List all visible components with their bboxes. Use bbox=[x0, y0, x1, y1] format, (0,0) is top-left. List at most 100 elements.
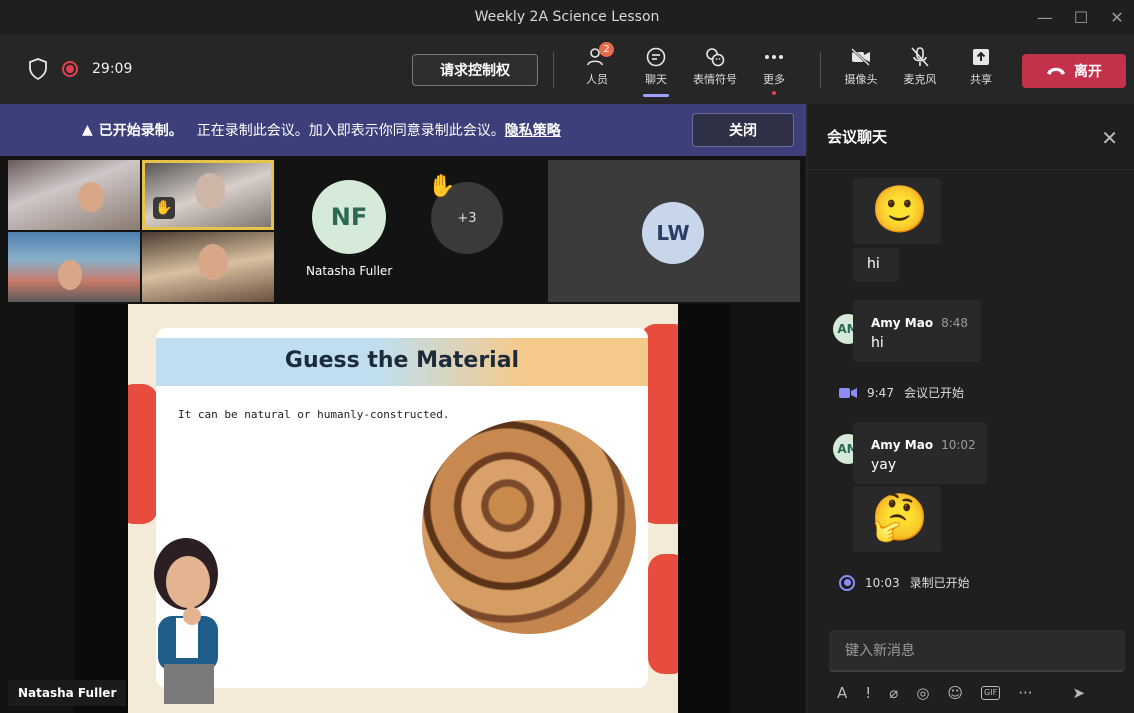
toolbar-divider bbox=[553, 52, 554, 88]
participant-face bbox=[78, 182, 104, 212]
mic-off-icon bbox=[911, 47, 929, 67]
title-bar: Weekly 2A Science Lesson — ☐ ✕ bbox=[0, 0, 1134, 34]
participant-face bbox=[58, 260, 82, 290]
chat-title: 会议聊天 bbox=[827, 128, 888, 146]
loop-icon[interactable]: ◎ bbox=[916, 684, 929, 702]
sender-name: Amy Mao bbox=[871, 438, 934, 452]
window-title: Weekly 2A Science Lesson bbox=[474, 9, 660, 25]
close-window-icon[interactable]: ✕ bbox=[1106, 8, 1128, 27]
chat-label: 聊天 bbox=[645, 73, 667, 86]
smiley-emoji-icon: 🙂 bbox=[871, 182, 929, 236]
participant-face bbox=[198, 244, 228, 280]
mic-label: 麦克风 bbox=[903, 73, 937, 86]
recording-started-text: 已开始录制。 bbox=[98, 123, 183, 139]
share-label: 共享 bbox=[970, 73, 992, 86]
camera-off-icon bbox=[851, 48, 870, 66]
mic-button[interactable]: 麦克风 bbox=[895, 46, 945, 87]
raised-hand-icon: ✋ bbox=[153, 197, 175, 219]
share-button[interactable]: 共享 bbox=[956, 46, 1006, 87]
send-icon[interactable]: ➤ bbox=[1073, 684, 1086, 702]
participant-name: Natasha Fuller bbox=[306, 264, 393, 278]
message-time: 10:02 bbox=[941, 438, 976, 452]
participant-face bbox=[195, 173, 225, 209]
meeting-timer: 29:09 bbox=[92, 61, 133, 77]
emoji-icon[interactable]: ☺ bbox=[947, 684, 963, 702]
recording-indicator-icon bbox=[62, 61, 78, 77]
participant-video-tile[interactable] bbox=[8, 160, 140, 230]
event-time: 10:03 bbox=[865, 575, 900, 590]
slide-decoration bbox=[648, 554, 678, 674]
format-icon[interactable]: A bbox=[837, 684, 847, 702]
participant-video-tile[interactable] bbox=[8, 232, 140, 302]
reactions-button[interactable]: 表情符号 bbox=[690, 46, 740, 87]
chat-message: Amy Mao 8:48 hi bbox=[853, 300, 981, 362]
warning-icon: ▲ bbox=[82, 122, 93, 138]
people-count-badge: 2 bbox=[599, 42, 614, 57]
meeting-stage: ✋ NF Natasha Fuller +3 ✋ LW Guess the Ma… bbox=[0, 156, 806, 713]
rubber-bands-image bbox=[422, 420, 636, 634]
chat-message: Amy Mao 10:02 yay bbox=[853, 422, 987, 484]
maximize-icon[interactable]: ☐ bbox=[1070, 8, 1092, 27]
shield-icon bbox=[29, 58, 47, 80]
message-input[interactable]: 键入新消息 bbox=[829, 630, 1125, 672]
chat-header: 会议聊天 ✕ bbox=[807, 104, 1134, 170]
toolbar-divider bbox=[820, 52, 821, 88]
meeting-chat-panel: 会议聊天 ✕ 🙂 hi AM Amy Mao 8:48 hi 9:47 会议已开始… bbox=[806, 104, 1134, 713]
recording-icon bbox=[839, 574, 855, 591]
participant-avatar-nf[interactable]: NF bbox=[312, 180, 386, 254]
more-icon bbox=[765, 55, 783, 59]
emoji-message: 🙂 bbox=[853, 178, 941, 244]
raised-hand-icon: ✋ bbox=[428, 174, 456, 199]
participant-avatar-lw: LW bbox=[642, 202, 704, 264]
system-event: 10:03 录制已开始 bbox=[839, 574, 970, 591]
people-button[interactable]: 2 人员 bbox=[572, 42, 622, 87]
active-tab-indicator bbox=[643, 94, 669, 97]
slide-title: Guess the Material bbox=[284, 348, 520, 373]
minimize-icon[interactable]: — bbox=[1034, 8, 1056, 27]
meeting-info: 29:09 bbox=[0, 58, 132, 80]
request-control-button[interactable]: 请求控制权 bbox=[412, 54, 538, 86]
share-tray-icon bbox=[973, 49, 989, 65]
message-text: hi bbox=[867, 256, 880, 272]
privacy-policy-link[interactable]: 隐私策略 bbox=[505, 120, 561, 140]
slide-text: It can be natural or humanly-constructed… bbox=[178, 408, 450, 421]
event-text: 会议已开始 bbox=[903, 386, 964, 400]
event-time: 9:47 bbox=[867, 385, 894, 400]
close-chat-icon[interactable]: ✕ bbox=[1101, 126, 1118, 150]
gif-icon[interactable]: GIF bbox=[981, 686, 1001, 700]
window-controls: — ☐ ✕ bbox=[1034, 0, 1128, 34]
people-label: 人员 bbox=[586, 73, 608, 86]
message-text: yay bbox=[871, 457, 897, 473]
sender-name: Amy Mao bbox=[871, 316, 934, 330]
chat-button[interactable]: 聊天 bbox=[631, 46, 681, 97]
leave-label: 离开 bbox=[1074, 64, 1102, 80]
chat-icon bbox=[646, 47, 666, 67]
recording-message: 正在录制此会议。加入即表示你同意录制此会议。 bbox=[196, 123, 505, 139]
participant-tile-lw[interactable]: LW bbox=[548, 160, 800, 302]
notification-dot bbox=[772, 91, 776, 95]
attach-icon[interactable]: ⌀ bbox=[889, 684, 898, 702]
recording-banner: ▲ 已开始录制。 正在录制此会议。加入即表示你同意录制此会议。 隐私策略 关闭 bbox=[0, 104, 806, 156]
message-time: 8:48 bbox=[941, 316, 969, 330]
reactions-label: 表情符号 bbox=[693, 73, 737, 86]
participant-video-tile[interactable] bbox=[142, 232, 274, 302]
system-event: 9:47 会议已开始 bbox=[839, 384, 964, 401]
meeting-camera-icon bbox=[839, 387, 857, 398]
compose-toolbar: A ! ⌀ ◎ ☺ GIF ··· ➤ bbox=[837, 682, 1127, 704]
meeting-toolbar: 29:09 请求控制权 2 人员 聊天 表情符号 更多 摄像头 麦克风 共享 离… bbox=[0, 34, 1134, 104]
more-options-icon[interactable]: ··· bbox=[1018, 684, 1032, 702]
presentation-slide: Guess the Material It can be natural or … bbox=[128, 304, 678, 713]
leave-button[interactable]: 离开 bbox=[1022, 54, 1126, 88]
slide-decoration bbox=[128, 384, 158, 524]
emoji-message: 🤔 bbox=[853, 486, 941, 552]
thinking-girl-illustration bbox=[154, 538, 218, 704]
important-icon[interactable]: ! bbox=[865, 684, 871, 702]
shared-screen: Guess the Material It can be natural or … bbox=[74, 304, 730, 713]
active-speaker-label: Natasha Fuller bbox=[8, 680, 127, 706]
close-banner-button[interactable]: 关闭 bbox=[692, 113, 794, 147]
participant-video-tile-raised-hand[interactable]: ✋ bbox=[142, 160, 274, 230]
hang-up-icon bbox=[1047, 67, 1065, 75]
camera-button[interactable]: 摄像头 bbox=[836, 46, 886, 87]
more-button[interactable]: 更多 bbox=[749, 46, 799, 95]
thinking-emoji-icon: 🤔 bbox=[871, 490, 929, 544]
